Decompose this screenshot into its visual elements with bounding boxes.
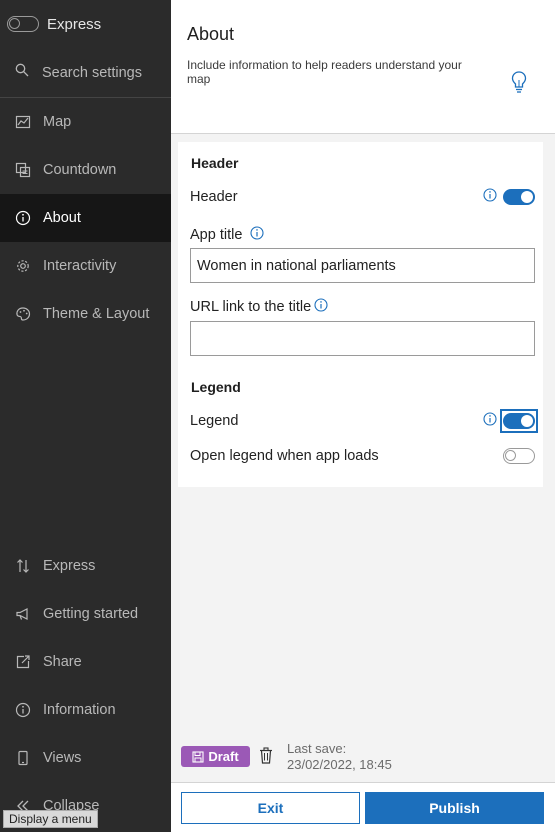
sidebar-item-label: Map (43, 114, 72, 130)
lightbulb-icon[interactable] (510, 70, 528, 99)
sidebar-item-information[interactable]: Information (0, 686, 171, 734)
header-toggle-label: Header (190, 189, 238, 205)
info-icon[interactable] (483, 188, 497, 207)
save-icon (192, 750, 204, 763)
toggle-knob (521, 191, 533, 203)
sidebar-item-share[interactable]: Share (0, 638, 171, 686)
sidebar-nav: Map Countdown About Interactivity Theme … (0, 98, 171, 338)
publish-button[interactable]: Publish (365, 792, 544, 824)
express-label: Express (47, 15, 102, 33)
footer-actions: Exit Publish (171, 782, 555, 832)
phone-icon (15, 750, 31, 766)
toggle-knob (505, 450, 516, 461)
sidebar-item-getting-started[interactable]: Getting started (0, 590, 171, 638)
sidebar-item-express[interactable]: Express (0, 542, 171, 590)
sidebar-item-theme-layout[interactable]: Theme & Layout (0, 290, 171, 338)
last-save-time: 23/02/2022, 18:45 (287, 757, 392, 772)
last-save-text: Last save: 23/02/2022, 18:45 (287, 741, 392, 773)
search-icon (15, 63, 29, 82)
gear-icon (15, 258, 31, 274)
page-title: About (187, 24, 235, 44)
sidebar-item-label: Information (43, 702, 116, 718)
sidebar-item-about[interactable]: About (0, 194, 171, 242)
toggle-knob (521, 415, 533, 427)
app-title-label: App title (190, 227, 243, 243)
app-title-input[interactable] (190, 248, 535, 283)
save-status: Draft Last save: 23/02/2022, 18:45 (181, 740, 551, 774)
sidebar-item-label: Express (43, 558, 96, 574)
sidebar-item-label: Getting started (43, 606, 139, 622)
sidebar-item-countdown[interactable]: Countdown (0, 146, 171, 194)
express-toggle-row[interactable]: Express (0, 0, 171, 48)
exit-button[interactable]: Exit (181, 792, 360, 824)
share-icon (15, 654, 31, 670)
main-panel: About Include information to help reader… (171, 0, 555, 832)
legend-section-title: Legend (191, 379, 241, 395)
sidebar-item-label: Interactivity (43, 258, 117, 274)
sidebar-item-label: About (43, 210, 81, 226)
sidebar-item-label: Theme & Layout (43, 306, 150, 322)
info-icon[interactable] (250, 226, 264, 245)
megaphone-icon (15, 606, 31, 622)
url-link-label: URL link to the title (190, 299, 312, 315)
express-toggle-knob (9, 18, 20, 29)
trash-icon[interactable] (259, 747, 273, 769)
last-save-label: Last save: (287, 741, 347, 756)
draft-label: Draft (208, 749, 239, 764)
sort-arrows-icon (15, 558, 31, 574)
palette-icon (15, 306, 31, 322)
legend-toggle-label: Legend (190, 413, 239, 429)
settings-card: Header Header App title URL link to the … (178, 142, 543, 487)
sidebar-item-interactivity[interactable]: Interactivity (0, 242, 171, 290)
open-legend-toggle[interactable] (503, 448, 535, 464)
about-header: About Include information to help reader… (171, 0, 555, 134)
open-legend-label: Open legend when app loads (190, 448, 379, 464)
map-icon (15, 114, 31, 130)
header-section-title: Header (191, 155, 239, 171)
sidebar-item-views[interactable]: Views (0, 734, 171, 782)
draft-badge: Draft (181, 746, 250, 767)
info-icon (15, 210, 31, 226)
tooltip: Display a menu (3, 810, 98, 828)
sidebar: Express Search settings Map Countdown Ab… (0, 0, 171, 832)
sidebar-item-label: Share (43, 654, 82, 670)
countdown-icon (15, 162, 31, 178)
search-settings[interactable]: Search settings (0, 48, 171, 98)
info-icon (15, 702, 31, 718)
info-icon[interactable] (483, 412, 497, 431)
search-settings-label: Search settings (42, 64, 142, 81)
sidebar-item-label: Views (43, 750, 82, 766)
url-link-input[interactable] (190, 321, 535, 356)
sidebar-bottom-nav: Express Getting started Share Informatio… (0, 542, 171, 830)
legend-toggle[interactable] (503, 413, 535, 429)
header-toggle[interactable] (503, 189, 535, 205)
info-icon[interactable] (314, 298, 328, 317)
sidebar-item-label: Countdown (43, 162, 117, 178)
express-toggle[interactable] (7, 16, 39, 32)
page-description: Include information to help readers unde… (187, 58, 462, 86)
sidebar-item-map[interactable]: Map (0, 98, 171, 146)
